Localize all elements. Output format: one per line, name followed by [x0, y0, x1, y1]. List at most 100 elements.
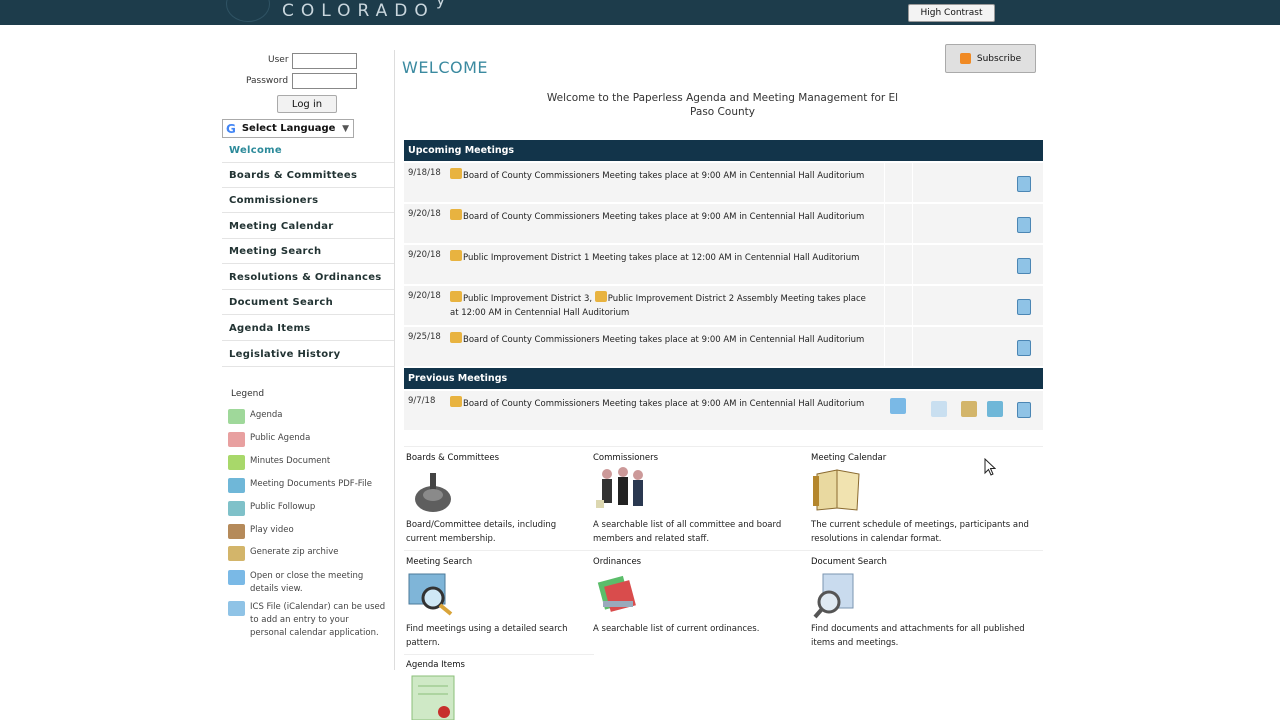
commissioners-icon[interactable]: [593, 464, 649, 516]
ics-calendar-icon[interactable]: [1017, 258, 1031, 274]
brand-partial-text: y: [436, 0, 445, 9]
nav-item-resolutions-ordinances[interactable]: Resolutions & Ordinances: [222, 265, 394, 290]
mouse-cursor-icon: [984, 457, 997, 480]
card-desc-ordinances: A searchable list of current ordinances.: [593, 624, 760, 634]
meeting-date: 9/20/18: [408, 291, 441, 301]
meeting-link[interactable]: Board of County Commissioners Meeting ta…: [450, 209, 870, 224]
card-desc-meeting-search: Find meetings using a detailed search pa…: [406, 624, 568, 648]
subscribe-label: Subscribe: [976, 53, 1022, 64]
legend-item: Open or close the meeting details view.: [228, 570, 388, 596]
zip-icon[interactable]: [961, 401, 977, 417]
meeting-icon: [594, 291, 607, 302]
legend-label: Play video: [250, 525, 294, 535]
language-label: Select Language: [241, 123, 336, 134]
meeting-row: 9/20/18 Board of County Commissioners Me…: [404, 204, 1043, 244]
card-desc-meeting-calendar: The current schedule of meetings, partic…: [811, 520, 1029, 544]
card-desc-document-search: Find documents and attachments for all p…: [811, 624, 1025, 648]
ordinances-icon[interactable]: [593, 573, 641, 619]
legend-item: Public Followup: [228, 501, 388, 516]
nav-item-agenda-items[interactable]: Agenda Items: [222, 316, 394, 341]
language-select[interactable]: G Select Language ▼: [222, 119, 354, 138]
legend-label: Meeting Documents PDF-File: [250, 479, 372, 489]
meeting-link[interactable]: Public Improvement District 3, Public Im…: [450, 291, 870, 320]
meeting-date: 9/7/18: [408, 396, 436, 406]
ics-calendar-icon[interactable]: [1017, 217, 1031, 233]
brand-text: COLORADO: [282, 1, 435, 21]
details-icon[interactable]: [890, 398, 906, 414]
user-input[interactable]: [292, 53, 357, 69]
card-title-meeting-calendar[interactable]: Meeting Calendar: [811, 453, 886, 463]
card-title-commissioners[interactable]: Commissioners: [593, 453, 658, 463]
meeting-icon: [450, 332, 462, 343]
meeting-date: 9/20/18: [408, 250, 441, 260]
site-header: COLORADO y High Contrast: [0, 0, 1280, 25]
divider: [404, 446, 1043, 447]
previous-meetings-header: Previous Meetings: [404, 368, 1043, 389]
card-title-agenda-items[interactable]: Agenda Items: [406, 660, 465, 670]
agenda-icon: [228, 409, 245, 424]
meeting-link[interactable]: Board of County Commissioners Meeting ta…: [450, 168, 870, 183]
meeting-search-icon[interactable]: [407, 570, 459, 616]
card-title-document-search[interactable]: Document Search: [811, 557, 887, 567]
subscribe-button[interactable]: Subscribe: [945, 44, 1036, 73]
ics-calendar-icon[interactable]: [1017, 176, 1031, 192]
page-title: WELCOME: [402, 58, 489, 77]
meeting-date: 9/20/18: [408, 209, 441, 219]
high-contrast-button[interactable]: High Contrast: [908, 4, 995, 22]
meeting-link[interactable]: Board of County Commissioners Meeting ta…: [450, 396, 870, 411]
legend-label: Open or close the meeting details view.: [250, 571, 364, 594]
meeting-row: 9/20/18 Public Improvement District 1 Me…: [404, 245, 1043, 285]
boards-committees-icon[interactable]: [411, 469, 459, 515]
meeting-date: 9/25/18: [408, 332, 441, 342]
legend-label: Agenda: [250, 410, 283, 420]
sidebar-divider: [394, 50, 395, 670]
document-search-icon[interactable]: [811, 572, 859, 619]
ics-icon: [228, 601, 245, 616]
legend-item: Generate zip archive: [228, 546, 388, 561]
legend-label: Generate zip archive: [250, 547, 339, 557]
meeting-icon: [450, 168, 462, 179]
card-title-meeting-search[interactable]: Meeting Search: [406, 557, 472, 567]
card-desc-commissioners: A searchable list of all committee and b…: [593, 520, 782, 544]
legend-label: Public Agenda: [250, 433, 311, 443]
meeting-link[interactable]: Public Improvement District 1 Meeting ta…: [450, 250, 870, 265]
meeting-calendar-icon[interactable]: [811, 466, 863, 512]
card-desc-boards: Board/Committee details, including curre…: [406, 520, 557, 544]
meeting-link[interactable]: Board of County Commissioners Meeting ta…: [450, 332, 870, 347]
chevron-down-icon: ▼: [342, 123, 349, 134]
password-input[interactable]: [292, 73, 357, 89]
nav-item-commissioners[interactable]: Commissioners: [222, 188, 394, 213]
minutes-icon: [228, 455, 245, 470]
nav-item-document-search[interactable]: Document Search: [222, 290, 394, 315]
zip-icon: [228, 546, 245, 561]
legend-item: Play video: [228, 524, 388, 539]
agenda-items-icon[interactable]: [410, 674, 458, 721]
nav-item-meeting-calendar[interactable]: Meeting Calendar: [222, 214, 394, 239]
nav-item-legislative-history[interactable]: Legislative History: [222, 342, 394, 367]
nav-item-meeting-search[interactable]: Meeting Search: [222, 239, 394, 264]
card-title-ordinances[interactable]: Ordinances: [593, 557, 641, 567]
divider: [404, 654, 594, 655]
card-title-boards[interactable]: Boards & Committees: [406, 453, 499, 463]
details-icon: [228, 570, 245, 585]
legend-item: Minutes Document: [228, 455, 388, 470]
ics-calendar-icon[interactable]: [1017, 299, 1031, 315]
nav-item-boards-committees[interactable]: Boards & Committees: [222, 163, 394, 188]
county-seal-icon: [226, 0, 270, 22]
meeting-row: 9/7/18 Board of County Commissioners Mee…: [404, 391, 1043, 431]
legend-label: Minutes Document: [250, 456, 331, 466]
meeting-icon: [450, 396, 462, 407]
ics-calendar-icon[interactable]: [1017, 340, 1031, 356]
followup-icon: [228, 501, 245, 516]
ics-calendar-icon[interactable]: [1017, 402, 1031, 418]
login-button[interactable]: Log in: [277, 95, 337, 113]
legend-title: Legend: [231, 389, 265, 399]
pdf-file-icon[interactable]: [987, 401, 1003, 417]
legend-label: Public Followup: [250, 502, 316, 512]
upcoming-meetings-header: Upcoming Meetings: [404, 140, 1043, 161]
legend-item: Agenda: [228, 409, 388, 424]
agenda-document-icon[interactable]: [931, 401, 947, 417]
welcome-intro: Welcome to the Paperless Agenda and Meet…: [546, 92, 899, 118]
meeting-row: 9/25/18 Board of County Commissioners Me…: [404, 327, 1043, 367]
nav-item-welcome[interactable]: Welcome: [222, 138, 394, 163]
